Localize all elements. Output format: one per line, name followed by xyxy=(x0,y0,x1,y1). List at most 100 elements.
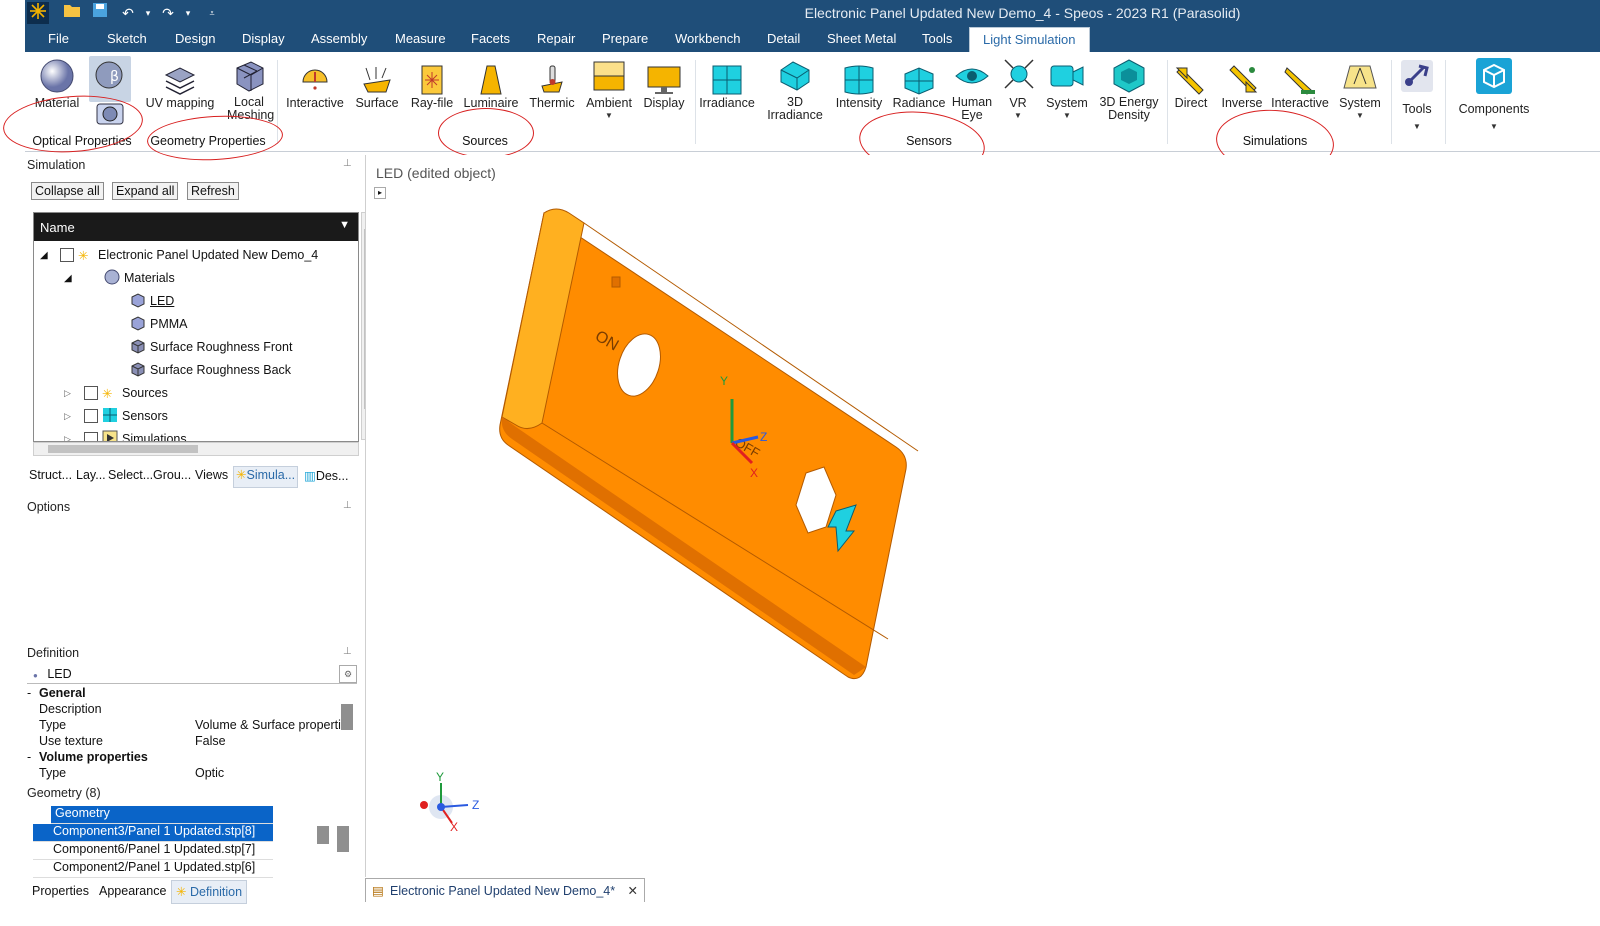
menu-display[interactable]: Display xyxy=(242,31,285,46)
expand-arrow-icon[interactable]: ▷ xyxy=(64,388,84,399)
tree-row-sensors[interactable]: ▷ Sensors xyxy=(64,406,168,426)
components-dropdown-icon[interactable]: ▼ xyxy=(1453,122,1535,131)
tree-checkbox[interactable] xyxy=(84,386,98,400)
local-meshing-button[interactable]: Local Meshing xyxy=(227,56,274,122)
rayfile-source-button[interactable]: Ray-file xyxy=(407,64,457,110)
tab-structure[interactable]: Struct... xyxy=(29,468,72,482)
3d-energy-density-button[interactable]: 3D Energy Density xyxy=(1095,56,1163,122)
document-tab[interactable]: ▤ Electronic Panel Updated New Demo_4* ✕ xyxy=(365,878,645,902)
collapse-arrow-icon[interactable]: ◢ xyxy=(40,250,60,261)
geometry-list-item[interactable]: Component6/Panel 1 Updated.stp[7] xyxy=(33,842,273,860)
system-sensor-dropdown-icon[interactable]: ▼ xyxy=(1042,111,1092,120)
tab-appearance[interactable]: Appearance xyxy=(99,884,166,898)
interactive-source-button[interactable]: Interactive xyxy=(282,64,348,110)
section-collapse-icon[interactable]: - xyxy=(27,750,39,766)
expand-arrow-icon[interactable]: ▷ xyxy=(64,434,84,442)
3d-viewport[interactable]: LED (edited object) ▸ ON OFF Y Z X Y Z X xyxy=(365,155,1600,877)
menu-file[interactable]: File xyxy=(48,31,69,46)
tree-row-root[interactable]: ◢ ✳ Electronic Panel Updated New Demo_4 xyxy=(40,245,318,265)
tab-groups[interactable]: Grou... xyxy=(153,468,191,482)
tab-views[interactable]: Views xyxy=(195,468,228,482)
property-row[interactable]: Use texture False xyxy=(27,734,357,750)
tree-checkbox[interactable] xyxy=(84,432,98,441)
menu-workbench[interactable]: Workbench xyxy=(675,31,741,46)
system-simulation-dropdown-icon[interactable]: ▼ xyxy=(1335,111,1385,120)
geometry-add-button[interactable] xyxy=(317,826,329,844)
led-panel-model[interactable]: ON OFF Y Z X Y Z X xyxy=(366,155,1600,877)
collapse-arrow-icon[interactable]: ◢ xyxy=(64,273,104,284)
display-source-button[interactable]: Display xyxy=(639,64,689,110)
geometry-remove-button[interactable] xyxy=(337,826,349,852)
tree-row-sources[interactable]: ▷ ✳ Sources xyxy=(64,383,168,403)
3d-irradiance-sensor-button[interactable]: 3D Irradiance xyxy=(764,56,826,122)
tab-layers[interactable]: Lay... xyxy=(76,468,106,482)
geometry-list-header[interactable]: Geometry xyxy=(51,806,273,824)
menu-sheet-metal[interactable]: Sheet Metal xyxy=(827,31,896,46)
tree-row-led[interactable]: LED xyxy=(130,291,174,311)
tree-row-pmma[interactable]: PMMA xyxy=(130,314,188,334)
uv-mapping-button[interactable]: UV mapping xyxy=(145,64,215,110)
components-button[interactable]: Components ▼ xyxy=(1453,56,1535,131)
tree-row-surface-roughness-back[interactable]: Surface Roughness Back xyxy=(130,360,291,380)
properties-scroll-thumb[interactable] xyxy=(341,704,353,730)
tools-button[interactable]: Tools ▼ xyxy=(1395,56,1439,131)
menu-light-simulation[interactable]: Light Simulation xyxy=(969,27,1090,52)
filter-icon[interactable]: ▼ xyxy=(339,219,350,231)
pin-icon[interactable]: ⊥ xyxy=(343,158,352,169)
ambient-dropdown-icon[interactable]: ▼ xyxy=(583,111,635,120)
tab-properties[interactable]: Properties xyxy=(32,884,89,898)
tab-simulation[interactable]: ✳Simula... xyxy=(233,466,299,488)
collapse-all-button[interactable]: Collapse all xyxy=(31,182,104,200)
menu-measure[interactable]: Measure xyxy=(395,31,446,46)
property-row[interactable]: Description xyxy=(27,702,357,718)
vr-sensor-button[interactable]: VR ▼ xyxy=(1000,56,1036,120)
tree-checkbox[interactable] xyxy=(84,409,98,423)
tree-horizontal-scrollbar[interactable] xyxy=(33,442,359,456)
tree-row-surface-roughness-front[interactable]: Surface Roughness Front xyxy=(130,337,292,357)
interactive-simulation-button[interactable]: Interactive xyxy=(1268,64,1332,110)
menu-tools[interactable]: Tools xyxy=(922,31,952,46)
system-simulation-button[interactable]: System ▼ xyxy=(1335,56,1385,120)
expand-arrow-icon[interactable]: ▷ xyxy=(64,411,84,422)
tree-checkbox[interactable] xyxy=(60,248,74,262)
refresh-button[interactable]: Refresh xyxy=(187,182,239,200)
menu-sketch[interactable]: Sketch xyxy=(107,31,147,46)
menu-repair[interactable]: Repair xyxy=(537,31,575,46)
ambient-source-button[interactable]: Ambient ▼ xyxy=(583,56,635,120)
vr-dropdown-icon[interactable]: ▼ xyxy=(1000,111,1036,120)
tab-selection[interactable]: Select... xyxy=(108,468,153,482)
menu-prepare[interactable]: Prepare xyxy=(602,31,648,46)
system-sensor-button[interactable]: System ▼ xyxy=(1042,56,1092,120)
close-icon[interactable]: ✕ xyxy=(628,883,638,898)
direct-simulation-button[interactable]: Direct xyxy=(1168,64,1214,110)
pin-icon[interactable]: ⊥ xyxy=(343,500,352,511)
settings-icon[interactable]: ⚙ xyxy=(339,665,357,683)
general-section[interactable]: - General xyxy=(27,686,357,702)
surface-source-button[interactable]: Surface xyxy=(352,64,402,110)
intensity-sensor-button[interactable]: Intensity xyxy=(830,64,888,110)
irradiance-sensor-button[interactable]: Irradiance xyxy=(697,64,757,110)
property-row[interactable]: Type Optic xyxy=(27,766,357,782)
tree-row-simulations[interactable]: ▷ Simulations xyxy=(64,429,187,442)
pin-icon[interactable]: ⊥ xyxy=(343,646,352,657)
radiance-sensor-button[interactable]: Radiance xyxy=(890,64,948,110)
inverse-simulation-button[interactable]: Inverse xyxy=(1217,64,1267,110)
thermic-source-button[interactable]: Thermic xyxy=(526,64,578,110)
tab-design[interactable]: ▥Des... xyxy=(304,468,348,483)
menu-design[interactable]: Design xyxy=(175,31,215,46)
section-collapse-icon[interactable]: - xyxy=(27,686,39,702)
volume-properties-section[interactable]: - Volume properties xyxy=(27,750,357,766)
expand-all-button[interactable]: Expand all xyxy=(112,182,179,200)
tab-definition[interactable]: ✳ Definition xyxy=(171,880,248,904)
luminaire-source-button[interactable]: Luminaire xyxy=(461,64,521,110)
geometry-list-item[interactable]: Component3/Panel 1 Updated.stp[8] xyxy=(33,824,273,842)
scroll-thumb[interactable] xyxy=(48,445,198,453)
menu-detail[interactable]: Detail xyxy=(767,31,800,46)
human-eye-sensor-button[interactable]: Human Eye xyxy=(947,56,997,122)
tree-row-materials[interactable]: ◢ Materials xyxy=(64,268,175,288)
geometry-list-item[interactable]: Component2/Panel 1 Updated.stp[6] xyxy=(33,860,273,878)
menu-assembly[interactable]: Assembly xyxy=(311,31,367,46)
definition-object-field[interactable]: ● LED xyxy=(27,665,357,684)
menu-facets[interactable]: Facets xyxy=(471,31,510,46)
property-row[interactable]: Type Volume & Surface properties xyxy=(27,718,357,734)
